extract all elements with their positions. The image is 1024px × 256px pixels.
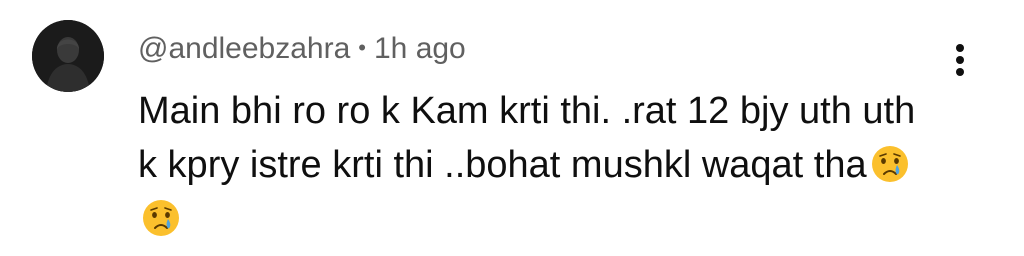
author-name[interactable]: @andleebzahra bbox=[138, 32, 350, 65]
separator-dot: • bbox=[358, 35, 366, 60]
avatar[interactable] bbox=[32, 20, 104, 92]
more-options-button[interactable] bbox=[948, 42, 972, 78]
timestamp: 1h ago bbox=[373, 32, 466, 65]
more-vertical-icon bbox=[956, 44, 964, 76]
comment-item: @andleebzahra • 1h ago Main bhi ro ro k Ka… bbox=[0, 0, 1024, 256]
comment-header: @andleebzahra • 1h ago bbox=[138, 28, 466, 69]
comment-body: Main bhi ro ro k Kam krti thi. .rat 12 b… bbox=[138, 90, 916, 186]
avatar-image bbox=[32, 20, 104, 92]
crying-face-emoji bbox=[142, 198, 180, 236]
crying-face-emoji bbox=[871, 144, 909, 182]
comment-text: Main bhi ro ro k Kam krti thi. .rat 12 b… bbox=[138, 84, 938, 246]
